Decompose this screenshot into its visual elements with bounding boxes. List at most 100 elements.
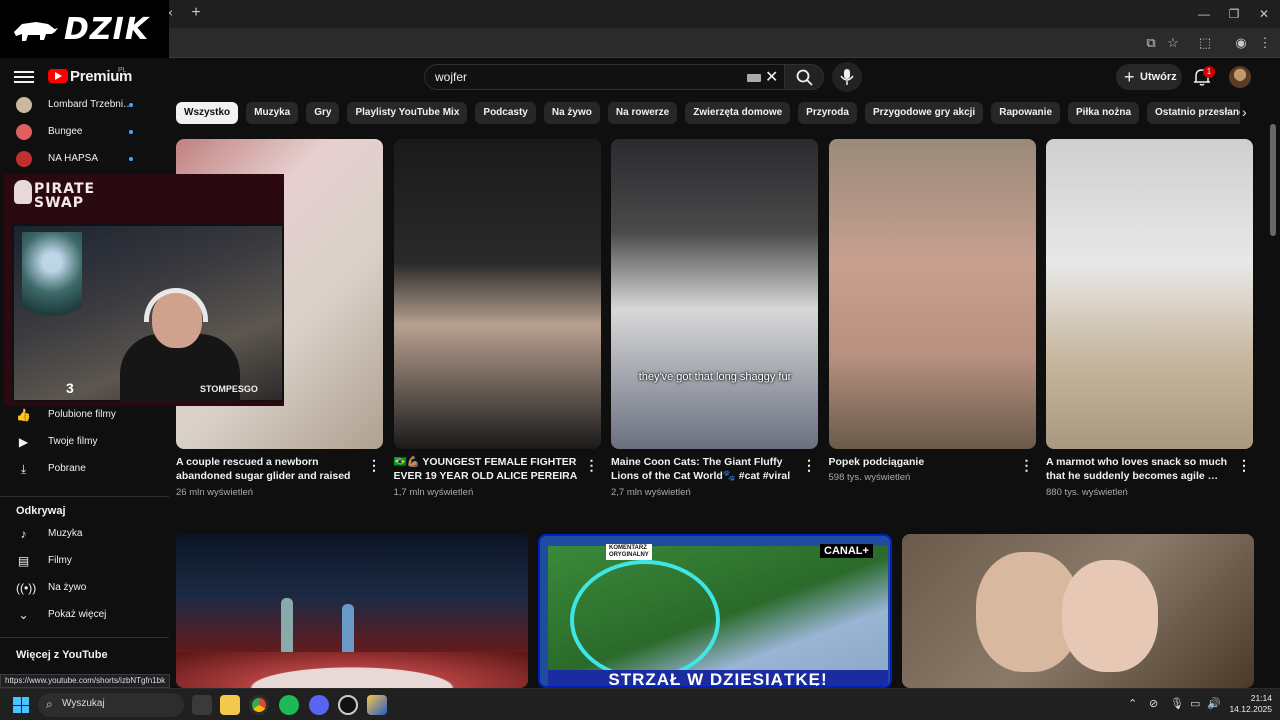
filter-chip[interactable]: Zwierzęta domowe — [685, 102, 791, 124]
subscription-item[interactable]: Bungee — [16, 122, 166, 142]
filter-chip[interactable]: Na żywo — [543, 102, 600, 124]
restore-button[interactable]: ❐ — [1222, 4, 1246, 24]
more-actions-icon[interactable]: ⋮ — [1020, 457, 1034, 474]
sidebar-item[interactable]: ♪ Muzyka — [16, 524, 166, 544]
microphone-tray-icon[interactable]: 🎙 — [1170, 697, 1184, 710]
sidebar-item[interactable]: ⤓ Pobrane — [16, 459, 166, 479]
keyboard-icon[interactable] — [747, 74, 761, 82]
arena-floor — [176, 652, 528, 688]
filter-chips: Wszystko Muzyka Gry Playlisty YouTube Mix Po… — [176, 102, 1240, 125]
extensions-icon[interactable]: ⬚ — [1196, 34, 1214, 52]
file-explorer-icon[interactable] — [220, 695, 240, 715]
profile-icon[interactable]: ◉ — [1232, 34, 1250, 52]
discord-icon[interactable] — [309, 695, 329, 715]
video-title[interactable]: 🇧🇷💪🏽 YOUNGEST FEMALE FIGHTER EVER 19 YEA… — [394, 455, 580, 483]
taskbar-clock[interactable]: 21:14 14.12.2025 — [1226, 693, 1272, 715]
player-figure — [281, 598, 293, 656]
channel-avatar — [16, 151, 32, 167]
start-button[interactable] — [13, 697, 29, 713]
more-from-youtube-heading: Więcej z YouTube — [16, 649, 108, 661]
taskbar-search[interactable]: ⌕ Wyszukaj — [38, 693, 184, 717]
new-tab-button[interactable]: + — [188, 5, 204, 21]
channel-avatar — [16, 97, 32, 113]
menu-icon[interactable] — [14, 68, 34, 88]
filter-chip[interactable]: Piłka nożna — [1068, 102, 1140, 124]
filter-chip[interactable]: Gry — [306, 102, 340, 124]
filter-chip[interactable]: Playlisty YouTube Mix — [347, 102, 468, 124]
your-videos-icon: ▶ — [18, 435, 29, 449]
video-thumbnail[interactable] — [902, 534, 1254, 688]
tray-chevron-icon[interactable]: ⌃ — [1128, 697, 1137, 710]
sidebar-item[interactable]: 👍 Polubione filmy — [16, 405, 166, 425]
microphone-icon — [840, 69, 854, 85]
bookmark-star-icon[interactable]: ☆ — [1164, 34, 1182, 52]
account-avatar[interactable] — [1229, 66, 1251, 88]
display-icon[interactable]: ▭ — [1190, 697, 1200, 710]
sidebar-item[interactable]: ▤ Filmy — [16, 551, 166, 571]
minimize-button[interactable]: — — [1192, 4, 1216, 24]
filter-chip[interactable]: Ostatnio przesłane — [1147, 102, 1240, 124]
video-thumbnail[interactable] — [828, 139, 1036, 449]
task-view-icon[interactable] — [192, 695, 212, 715]
taskbar-search-placeholder: Wyszukaj — [62, 698, 105, 709]
subscription-item[interactable]: Lombard Trzebni… — [16, 95, 166, 115]
video-thumbnail[interactable]: KOMENTARZ ORYGINALNY CANAL+ STRZAŁ W DZIE… — [538, 534, 892, 688]
volume-icon[interactable]: 🔊 — [1207, 697, 1221, 710]
obs-icon[interactable] — [338, 695, 358, 715]
thumbs-up-icon: 👍 — [16, 408, 31, 422]
voice-search-button[interactable] — [832, 62, 862, 92]
overlay-tag: STOMPESGO — [200, 384, 258, 394]
create-button[interactable]: + Utwórz — [1116, 64, 1182, 90]
plus-icon: + — [1124, 67, 1135, 87]
video-thumbnail[interactable] — [176, 534, 528, 688]
windows-taskbar: ⌕ Wyszukaj ⌃ ⊘ 🎙 ▭ 🔊 21:14 14.12.2025 — [0, 688, 1280, 720]
filter-chip[interactable]: Przyroda — [798, 102, 857, 124]
filter-chip[interactable]: Muzyka — [246, 102, 299, 124]
video-thumbnail[interactable]: they've got that long shaggy fur — [611, 139, 818, 449]
filter-chip[interactable]: Podcasty — [475, 102, 536, 124]
filter-chip[interactable]: Rapowanie — [991, 102, 1061, 124]
video-title[interactable]: Maine Coon Cats: The Giant Fluffy Lions … — [611, 455, 797, 483]
tray-app-icon[interactable]: ⊘ — [1149, 697, 1158, 710]
video-thumbnail[interactable] — [1046, 139, 1253, 449]
video-title[interactable]: A marmot who loves snack so much that he… — [1046, 455, 1232, 483]
video-thumbnail[interactable] — [393, 139, 601, 449]
filter-chip[interactable]: Przygodowe gry akcji — [864, 102, 984, 124]
sidebar-item[interactable]: ((•)) Na żywo — [16, 578, 166, 598]
thumbnail-headline: STRZAŁ W DZIESIĄTKĘ! — [548, 670, 888, 686]
sidebar-item[interactable]: ▶ Twoje filmy — [16, 432, 166, 452]
clear-search-icon[interactable]: ✕ — [765, 67, 778, 87]
more-actions-icon[interactable]: ⋮ — [367, 457, 381, 474]
more-actions-icon[interactable]: ⋮ — [802, 457, 816, 474]
christmas-tree — [22, 232, 82, 332]
video-views: 2,7 mln wyświetleń — [611, 487, 691, 498]
search-button[interactable] — [784, 64, 824, 90]
close-window-button[interactable]: ✕ — [1252, 4, 1276, 24]
address-bar[interactable] — [172, 31, 1188, 55]
subscription-item[interactable]: NA HAPSA — [16, 149, 166, 169]
region-code: PL — [118, 67, 127, 74]
boar-icon — [14, 22, 58, 41]
search-input[interactable]: wojfer ✕ — [424, 64, 784, 90]
sidebar-item[interactable]: ⌄ Pokaż więcej — [16, 605, 166, 625]
chevron-right-icon[interactable]: › — [1242, 104, 1247, 120]
more-actions-icon[interactable]: ⋮ — [585, 457, 599, 474]
more-actions-icon[interactable]: ⋮ — [1237, 457, 1251, 474]
explore-heading: Odkrywaj — [16, 505, 66, 517]
spotify-icon[interactable] — [279, 695, 299, 715]
page-scrollbar[interactable] — [1270, 124, 1276, 236]
comment-label: KOMENTARZ ORYGINALNY — [606, 544, 652, 560]
filter-chip[interactable]: Na rowerze — [607, 102, 678, 124]
skull-logo-icon — [14, 180, 32, 204]
chrome-icon[interactable] — [249, 695, 269, 715]
film-icon: ▤ — [17, 554, 30, 568]
stream-logo: DZIK — [0, 0, 169, 58]
sidebar-item-label: Muzyka — [48, 528, 83, 539]
app-icon[interactable] — [367, 695, 387, 715]
youtube-logo-icon[interactable] — [48, 69, 68, 83]
sidebar-divider — [0, 496, 169, 497]
video-title[interactable]: A couple rescued a newborn abandoned sug… — [176, 455, 362, 483]
cast-icon[interactable]: ⧉ — [1142, 34, 1160, 52]
filter-chip[interactable]: Wszystko — [176, 102, 239, 124]
browser-menu-icon[interactable]: ⋮ — [1256, 34, 1274, 52]
